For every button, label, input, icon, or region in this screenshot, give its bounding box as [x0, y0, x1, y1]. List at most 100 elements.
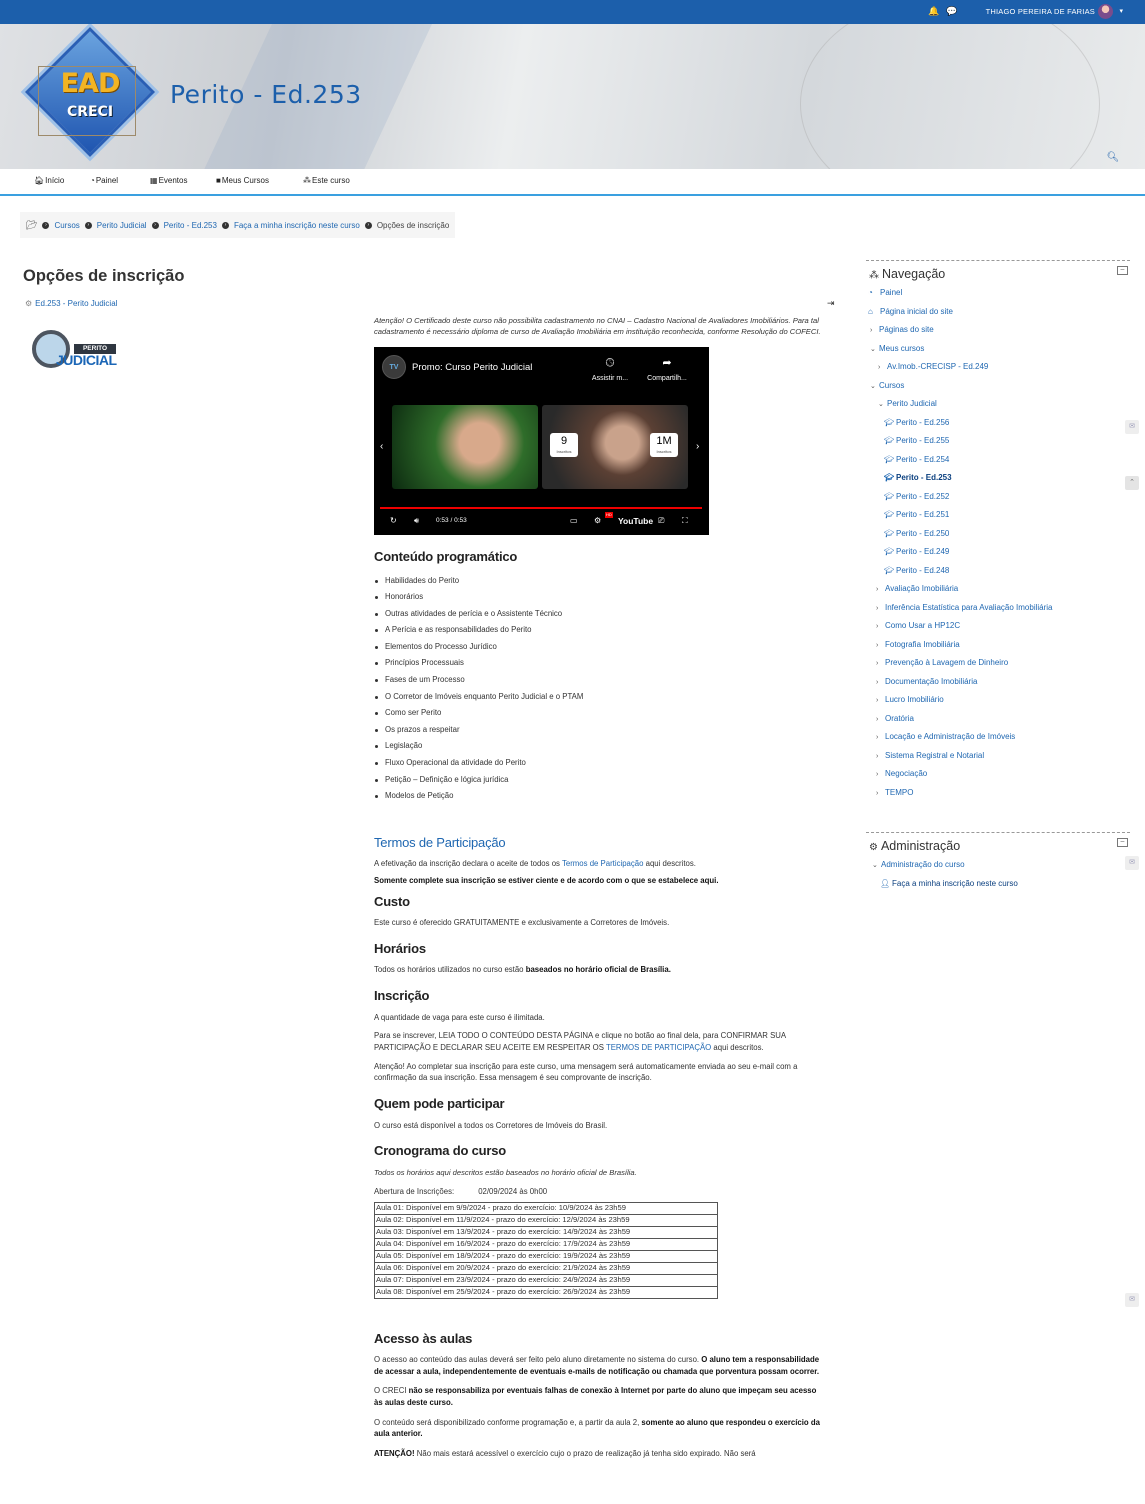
chevron-right-icon: › [876, 752, 879, 760]
tree-item[interactable]: › Prevenção à Lavagem de Dinheiro [866, 654, 1130, 673]
scroll-up-icon[interactable]: ⌃ [1125, 476, 1139, 490]
terms-link[interactable]: Termos de Participação [562, 859, 643, 868]
captions-icon[interactable]: ▭ [570, 515, 578, 527]
message-icon[interactable]: ✉ [1125, 1293, 1139, 1307]
schedule-heading: Cronograma do curso [374, 1143, 506, 1159]
breadcrumb-link[interactable]: Perito - Ed.253 [164, 221, 217, 230]
tree-item[interactable]: › Fotografia Imobiliária [866, 636, 1130, 655]
stat-card: 1M Inscritos [650, 433, 678, 457]
page-heading: Opções de inscrição [23, 267, 185, 285]
collapse-icon[interactable]: – [1117, 266, 1128, 275]
share-button[interactable]: ➦ Compartilh... [644, 355, 690, 384]
course-link[interactable]: ⚙ Ed.253 - Perito Judicial [25, 299, 117, 308]
tree-item-label: Perito Judicial [887, 399, 937, 408]
nav-item-events[interactable]: ▦Eventos [150, 176, 187, 185]
avatar[interactable] [1098, 4, 1113, 19]
folder-open-icon: 📂︎ [26, 219, 38, 230]
tree-item[interactable]: › Avaliação Imobiliária [866, 580, 1130, 599]
tree-item[interactable]: › Documentação Imobiliária [866, 673, 1130, 692]
breadcrumb-link[interactable]: Perito Judicial [97, 221, 147, 230]
tree-item[interactable]: ⌄ Perito Judicial [866, 395, 1130, 414]
watch-later-label: Assistir m... [591, 374, 629, 382]
watch-later-button[interactable]: 🕓︎ Assistir m... [587, 355, 633, 384]
video-progress-bar[interactable] [380, 507, 702, 509]
bell-icon[interactable]: 🔔 [928, 6, 939, 17]
chevron-down-icon: ⌄ [870, 345, 876, 353]
user-menu-name[interactable]: THIAGO PEREIRA DE FARIAS [986, 7, 1095, 16]
breadcrumb-link[interactable]: Faça a minha inscrição neste curso [234, 221, 360, 230]
chevron-left-icon[interactable]: ‹ [380, 439, 383, 454]
tree-item[interactable]: › Av.Imob.-CRECISP - Ed.249 [866, 358, 1130, 377]
nav-item-label: Meus Cursos [221, 176, 269, 185]
tree-item[interactable]: › Locação e Administração de Imóveis [866, 728, 1130, 747]
tree-item[interactable]: 🎓︎ Perito - Ed.256 [866, 414, 1130, 433]
nav-item-dashboard[interactable]: ◔Painel [90, 176, 118, 185]
nav-item-this-course[interactable]: ⁂Este curso [303, 176, 350, 185]
channel-avatar[interactable]: TV [382, 355, 406, 379]
tree-item-label: TEMPO [885, 787, 914, 797]
tree-item[interactable]: › Como Usar a HP12C [866, 617, 1130, 636]
text: 02/09/2024 às 0h00 [478, 1186, 548, 1196]
tree-item[interactable]: 🎓︎ Perito - Ed.254 [866, 451, 1130, 470]
tree-item[interactable]: 🎓︎ Perito - Ed.250 [866, 525, 1130, 544]
tree-item[interactable]: 🎓︎ Perito - Ed.249 [866, 543, 1130, 562]
chat-icon[interactable]: 💬 [946, 6, 957, 17]
tree-item[interactable]: › Inferência Estatística para Avaliação I… [866, 599, 1130, 618]
table-row: Aula 04: Disponível em 16/9/2024 - prazo… [374, 1238, 718, 1251]
cast-icon[interactable]: ⎚ [658, 515, 664, 527]
tree-item[interactable]: 🎓︎ Perito - Ed.248 [866, 562, 1130, 581]
message-icon[interactable]: ✉ [1125, 856, 1139, 870]
tree-item[interactable]: ⌄ Cursos [866, 377, 1130, 396]
search-icon[interactable]: 🔍︎ [1104, 152, 1122, 166]
course-link-text[interactable]: Ed.253 - Perito Judicial [35, 299, 117, 308]
who-paragraph: O curso está disponível a todos os Corre… [374, 1120, 608, 1130]
video-thumbnail[interactable] [392, 405, 538, 489]
tree-item[interactable]: 🎓︎ Perito - Ed.252 [866, 488, 1130, 507]
tree-item-label: Av.Imob.-CRECISP - Ed.249 [887, 362, 989, 371]
gear-icon: ⚙ [25, 299, 33, 308]
tree-item[interactable]: 🎓︎ Perito - Ed.253 [866, 469, 1130, 488]
volume-icon[interactable]: 🔊︎ [414, 515, 419, 527]
tree-item[interactable]: › TEMPO [866, 784, 1130, 803]
breadcrumb-link[interactable]: Cursos [54, 221, 79, 230]
text: Todos os horários utilizados no curso es… [374, 965, 526, 975]
fullscreen-icon[interactable]: ⛶ [682, 515, 688, 527]
tree-item[interactable]: ◔ Painel [866, 284, 1130, 303]
tree-item-label: Perito - Ed.256 [896, 417, 950, 427]
chevron-right-icon: › [870, 327, 873, 334]
page-title: Perito - Ed.253 [170, 80, 362, 109]
video-player[interactable]: TV Promo: Curso Perito Judicial 🕓︎ Assist… [374, 347, 709, 535]
tree-item[interactable]: › Oratória [866, 710, 1130, 729]
settings-icon[interactable]: ⚙ [594, 515, 601, 527]
block-title: ⁂ Navegação [869, 267, 945, 281]
enrol-me-link[interactable]: 👤︎ Faça a minha inscrição neste curso [866, 875, 1130, 894]
replay-icon[interactable]: ↻ [390, 515, 397, 527]
tree-item[interactable]: › Negociação [866, 765, 1130, 784]
tree-item[interactable]: 🎓︎ Perito - Ed.255 [866, 432, 1130, 451]
video-thumbnail[interactable]: 9 Inscritos 1M Inscritos [542, 405, 688, 489]
youtube-logo[interactable]: YouTube [618, 515, 653, 528]
access-paragraph: ATENÇÃO! Não mais estará acessível o exe… [374, 1448, 824, 1460]
tree-item-label: Sistema Registral e Notarial [885, 750, 985, 760]
chevron-right-icon[interactable]: › [696, 439, 699, 454]
video-title[interactable]: Promo: Curso Perito Judicial [412, 361, 532, 375]
tree-item[interactable]: ⌂ Página inicial do site [866, 303, 1130, 322]
nav-item-home[interactable]: 🏠︎Início [34, 176, 64, 185]
chevron-right-icon: › [84, 221, 92, 229]
tree-item[interactable]: › Sistema Registral e Notarial [866, 747, 1130, 766]
chevron-down-icon[interactable]: ▾ [1119, 7, 1123, 15]
sign-in-icon[interactable]: ⇥ [827, 298, 835, 309]
tree-item[interactable]: › Lucro Imobiliário [866, 691, 1130, 710]
tree-item[interactable]: ⌄ Administração do curso [866, 856, 1130, 875]
tree-item[interactable]: ⌄ Meus cursos [866, 340, 1130, 359]
site-logo[interactable]: EAD CRECI [22, 26, 158, 158]
collapse-icon[interactable]: – [1117, 838, 1128, 847]
tree-item-label: Perito - Ed.250 [896, 528, 950, 538]
message-icon[interactable]: ✉ [1125, 420, 1139, 434]
video-controls: ↻ 🔊︎ 0:53 / 0:53 ▭ ⚙ HD YouTube ⎚ ⛶ [374, 512, 709, 529]
tree-item[interactable]: 🎓︎ Perito - Ed.251 [866, 506, 1130, 525]
nav-item-my-courses[interactable]: ■Meus Cursos [216, 176, 269, 185]
terms-link[interactable]: TERMOS DE PARTICIPAÇÃO [606, 1043, 711, 1052]
table-row: Aula 05: Disponível em 18/9/2024 - prazo… [374, 1249, 718, 1263]
tree-item[interactable]: › Páginas do site [866, 321, 1130, 340]
